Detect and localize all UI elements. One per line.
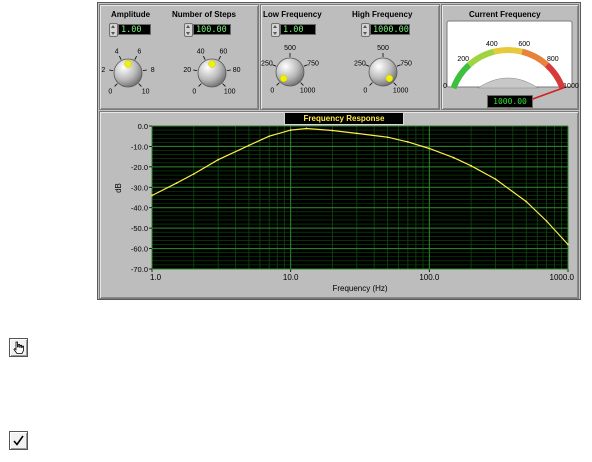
y-tick-label: -60.0 [131, 245, 148, 254]
y-tick-label: -10.0 [131, 142, 148, 151]
data-point [248, 144, 250, 147]
check-tool-button[interactable] [9, 431, 28, 450]
x-tick-label: 100.0 [419, 273, 440, 282]
data-point [331, 129, 334, 132]
x-tick-label: 1000.0 [550, 273, 575, 282]
data-point [406, 141, 409, 143]
pointing-hand-icon [13, 341, 24, 354]
operate-tool-button[interactable] [9, 338, 28, 357]
plot-area [152, 126, 568, 269]
data-point [355, 132, 358, 135]
data-point [470, 164, 472, 167]
x-axis-label: Frequency (Hz) [332, 284, 387, 293]
data-point [567, 243, 569, 246]
data-point [494, 178, 497, 181]
data-point [428, 147, 431, 150]
data-point [217, 158, 220, 161]
data-point [452, 156, 455, 159]
data-point [151, 194, 153, 197]
x-tick-label: 1.0 [150, 273, 162, 282]
frequency-response-graph: 1.0 10.0 100.0 1000.0 0.0 -10.0 -20.0 -30.0 -40.… [114, 122, 575, 293]
x-tick-label: 10.0 [283, 273, 299, 282]
y-tick-label: -70.0 [131, 265, 148, 274]
data-point [545, 220, 548, 222]
data-point [525, 200, 528, 203]
y-tick-label: -50.0 [131, 224, 148, 233]
y-tick-label: -20.0 [131, 163, 148, 172]
data-point [289, 129, 292, 131]
y-tick-label: -30.0 [131, 183, 148, 192]
data-point [175, 182, 178, 185]
data-point [305, 127, 308, 130]
data-point [386, 136, 389, 139]
y-axis-label: dB [114, 183, 123, 193]
data-point [192, 173, 195, 175]
y-tick-label: 0.0 [138, 122, 148, 131]
y-tick-label: -40.0 [131, 204, 148, 213]
checkmark-icon [13, 435, 24, 446]
data-point [268, 135, 271, 138]
